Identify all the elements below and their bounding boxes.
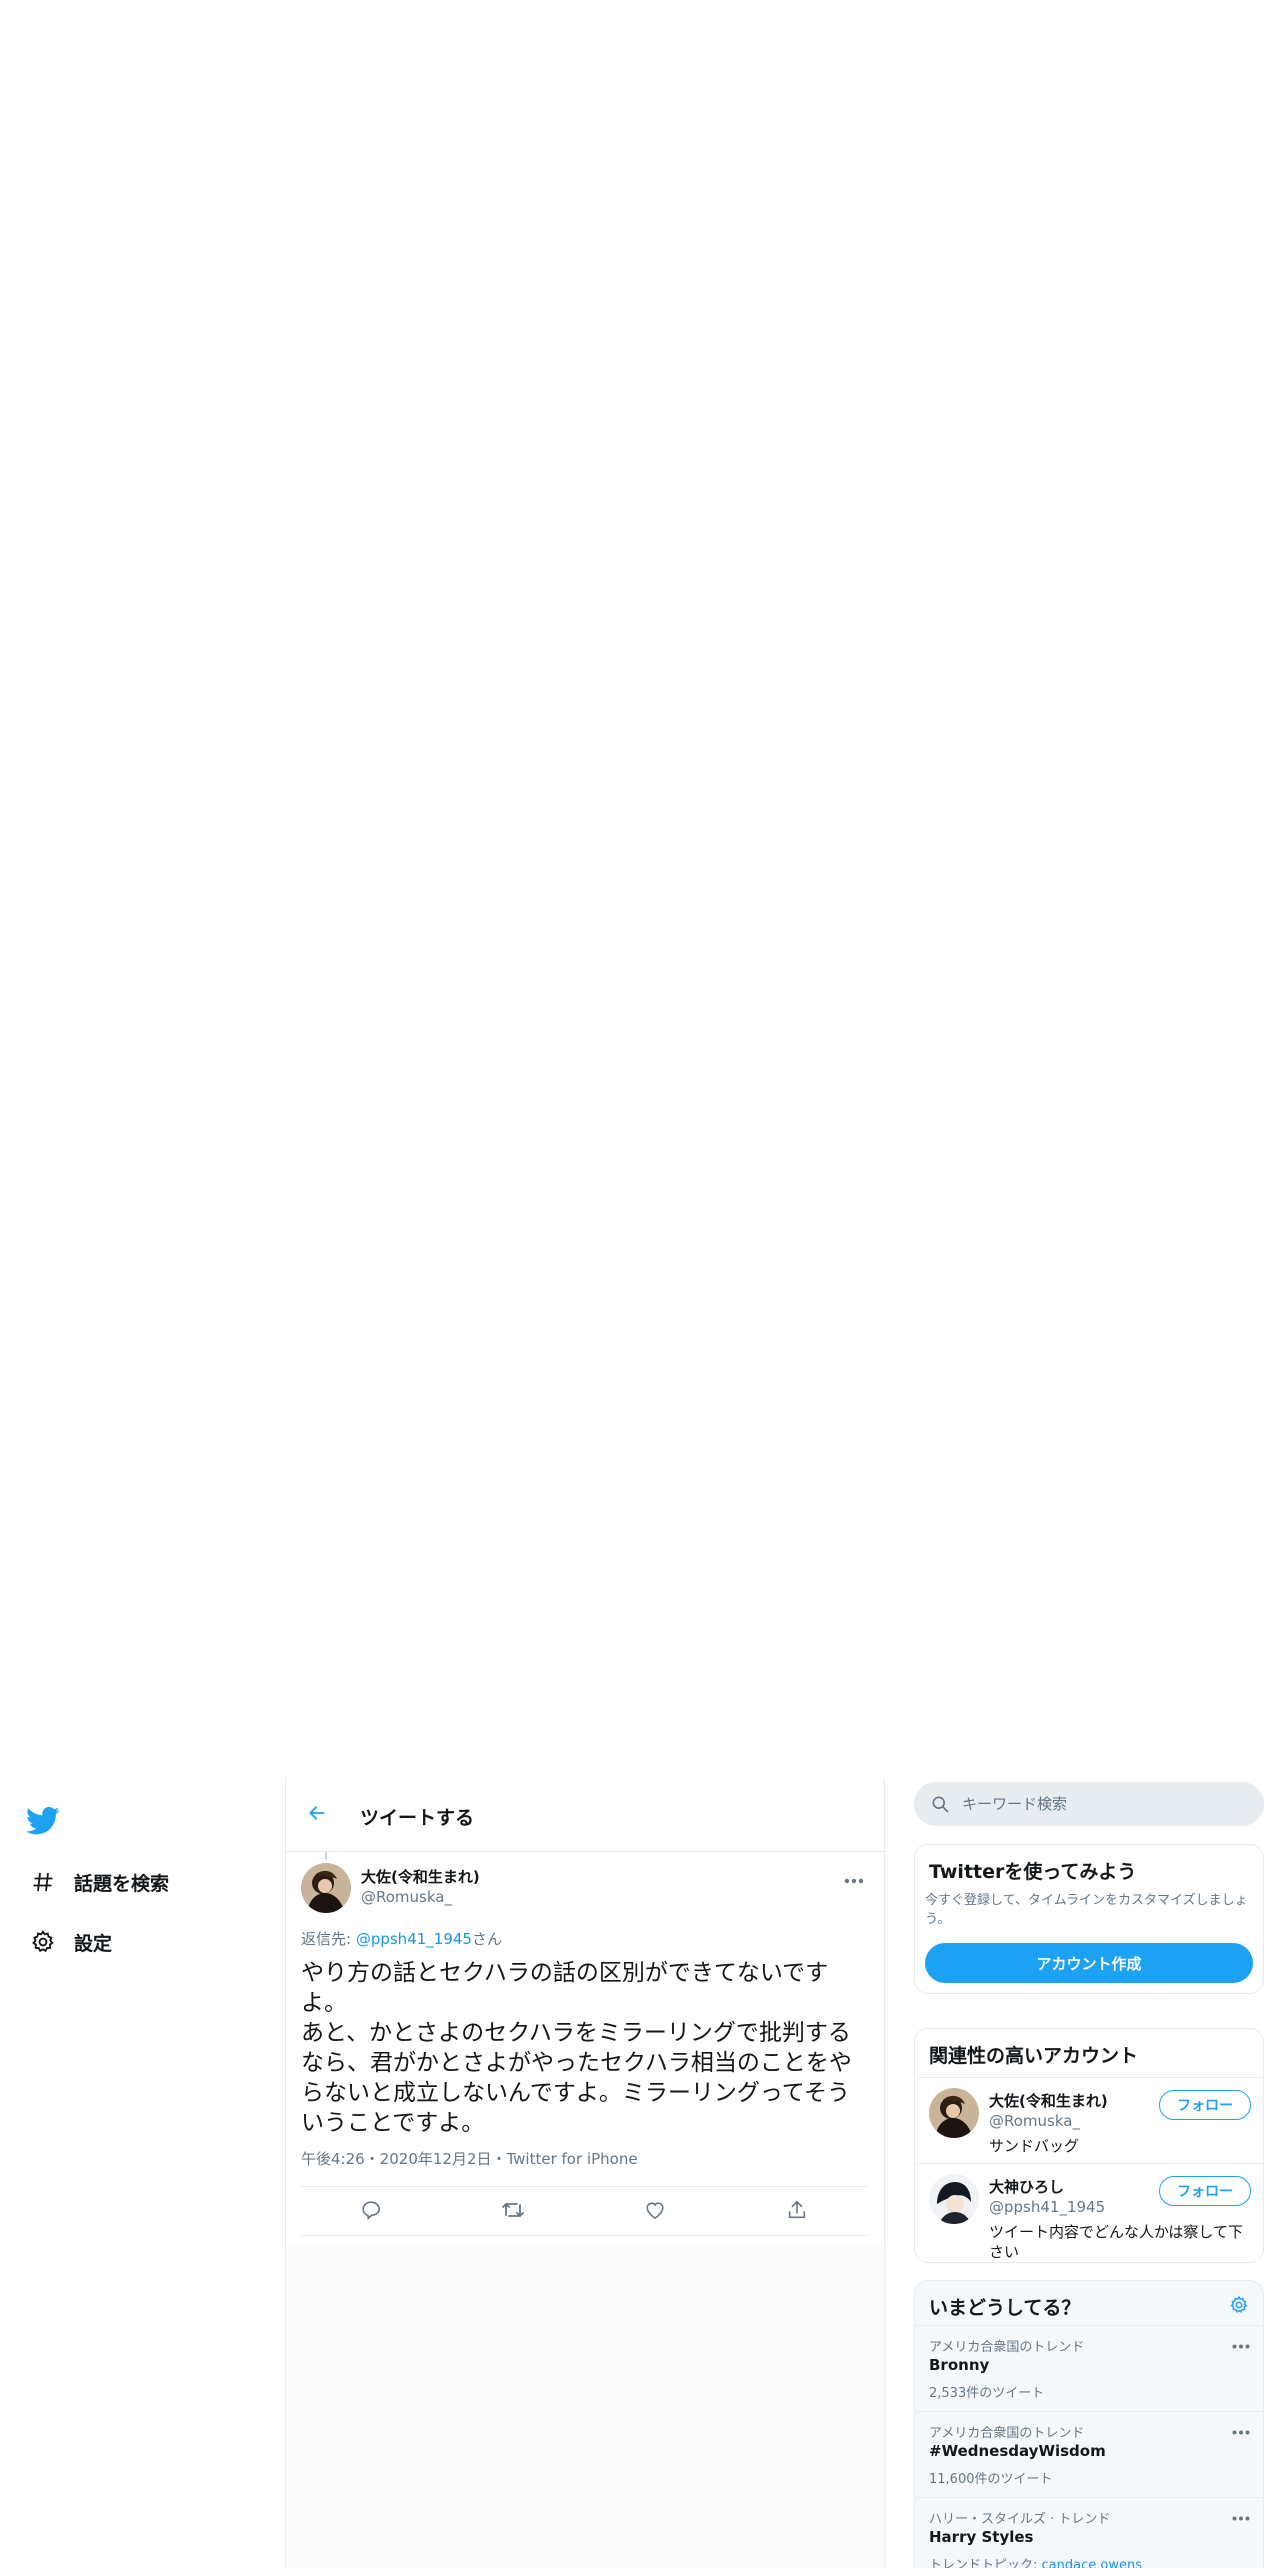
search-box [914, 1782, 1264, 1826]
trend-context: ハリー・スタイルズ · トレンド [929, 2512, 1111, 2527]
trend-topic-prefix: トレンドトピック: [929, 2558, 1042, 2568]
reply-mention-link[interactable]: @ppsh41_1945 [356, 1930, 472, 1948]
more-icon [1232, 2420, 1250, 2439]
trend-item[interactable]: アメリカ合衆国のトレンド #WednesdayWisdom 11,600件のツイ… [915, 2411, 1263, 2497]
gear-icon [28, 1927, 58, 1957]
tweet-detail: 大佐(令和生まれ) @Romuska_ 返信先: @ppsh41_1945さん … [286, 1852, 884, 2242]
signup-card: Twitterを使ってみよう 今すぐ登録して、タイムラインをカスタマイズしましょ… [914, 1844, 1264, 1994]
trend-name: Bronny [929, 2356, 990, 2374]
avatar[interactable] [301, 1863, 351, 1913]
more-icon [1232, 2506, 1250, 2525]
trend-item[interactable]: ハリー・スタイルズ · トレンド Harry Styles トレンドトピック: … [915, 2497, 1263, 2568]
account-handle: @Romuska_ [989, 2112, 1080, 2130]
avatar[interactable] [929, 2174, 979, 2224]
tweet-actions [301, 2186, 869, 2236]
main-column: ツイートする 大佐(令和生まれ) @Romuska_ 返信先: @ppsh41_… [285, 1778, 885, 2568]
trend-more-button[interactable] [1231, 2422, 1251, 2436]
like-icon [644, 2200, 666, 2224]
trends-card: いまどうしてる？ アメリカ合衆国のトレンド Bronny 2,533件のツイート… [914, 2280, 1264, 2568]
trend-context: アメリカ合衆国のトレンド [929, 2340, 1085, 2355]
search-icon [930, 1794, 950, 1818]
trend-topic-link[interactable]: candace owens [1042, 2558, 1142, 2568]
trend-count: 2,533件のツイート [929, 2386, 1045, 2401]
create-account-button[interactable]: アカウント作成 [925, 1943, 1253, 1983]
gear-icon[interactable] [1229, 2295, 1249, 2319]
account-item[interactable]: 大神ひろし @ppsh41_1945 ツイート内容でどんな人かは察して下さい フ… [915, 2163, 1263, 2262]
reply-prefix: 返信先: [301, 1930, 356, 1948]
tweet-text: やり方の話とセクハラの話の区別ができてないですよ。 あと、かとさよのセクハラをミ… [301, 1960, 852, 2136]
reply-to: 返信先: @ppsh41_1945さん [301, 1928, 502, 1949]
follow-button[interactable]: フォロー [1159, 2090, 1251, 2120]
left-nav: 話題を検索 設定 [0, 1778, 285, 2568]
trend-name: Harry Styles [929, 2528, 1034, 2546]
trend-name: #WednesdayWisdom [929, 2442, 1106, 2460]
back-button[interactable] [300, 1798, 334, 1832]
page-title: ツイートする [360, 1807, 475, 1829]
account-name[interactable]: 大神ひろし [989, 2176, 1064, 2197]
more-icon [844, 1869, 864, 1888]
trend-context: アメリカ合衆国のトレンド [929, 2426, 1085, 2441]
account-item[interactable]: 大佐(令和生まれ) @Romuska_ サンドバッグ フォロー [915, 2077, 1263, 2163]
more-icon [1232, 2334, 1250, 2353]
related-title: 関連性の高いアカウント [929, 2045, 1139, 2067]
trend-count: 11,600件のツイート [929, 2472, 1053, 2487]
avatar[interactable] [929, 2088, 979, 2138]
reply-suffix: さん [471, 1930, 502, 1948]
search-input[interactable] [962, 1782, 1252, 1826]
reply-button[interactable] [358, 2199, 384, 2225]
follow-button[interactable]: フォロー [1159, 2176, 1251, 2206]
thread-connector [325, 1852, 327, 1860]
more-options-button[interactable] [842, 1868, 866, 1888]
account-handle: @ppsh41_1945 [989, 2198, 1106, 2216]
trend-item[interactable]: アメリカ合衆国のトレンド Bronny 2,533件のツイート [915, 2325, 1263, 2411]
retweet-icon [501, 2199, 525, 2225]
hashtag-icon [28, 1867, 58, 1897]
nav-item-label: 設定 [74, 1932, 113, 1955]
nav-item-label: 話題を検索 [74, 1872, 170, 1895]
related-accounts-card: 関連性の高いアカウント 大佐(令和生まれ) @Romuska_ サンドバッグ フ… [914, 2028, 1264, 2263]
trend-more-button[interactable] [1231, 2508, 1251, 2522]
like-button[interactable] [642, 2199, 668, 2225]
signup-description: 今すぐ登録して、タイムラインをカスタマイズしましょう。 [925, 1893, 1248, 1927]
tweet-timestamp[interactable]: 午後4:26・2020年12月2日・Twitter for iPhone [301, 2148, 638, 2169]
reply-icon [360, 2199, 382, 2225]
share-icon [786, 2199, 808, 2225]
account-bio: サンドバッグ [989, 2137, 1080, 2155]
arrow-left-icon [307, 1803, 327, 1827]
account-name[interactable]: 大佐(令和生まれ) [989, 2090, 1108, 2111]
author-name[interactable]: 大佐(令和生まれ) [361, 1866, 480, 1887]
trend-more-button[interactable] [1231, 2336, 1251, 2350]
retweet-button[interactable] [500, 2199, 526, 2225]
author-handle[interactable]: @Romuska_ [361, 1888, 452, 1906]
signup-title: Twitterを使ってみよう [929, 1861, 1137, 1883]
trends-title: いまどうしてる？ [929, 2297, 1081, 2319]
account-bio: ツイート内容でどんな人かは察して下さい [989, 2223, 1243, 2261]
twitter-bird-icon[interactable] [26, 1806, 60, 1836]
nav-item-settings[interactable]: 設定 [28, 1922, 112, 1962]
trend-topic: トレンドトピック: candace owens [929, 2554, 1142, 2568]
share-button[interactable] [784, 2199, 810, 2225]
nav-item-explore[interactable]: 話題を検索 [28, 1862, 169, 1902]
app-window: 話題を検索 設定 ツイートする 大佐(令和生まれ) @Romuska_ 返信先:… [0, 1778, 1284, 2568]
page-header: ツイートする [286, 1778, 884, 1852]
sidebar-right: Twitterを使ってみよう 今すぐ登録して、タイムラインをカスタマイズしましょ… [914, 1778, 1266, 2568]
